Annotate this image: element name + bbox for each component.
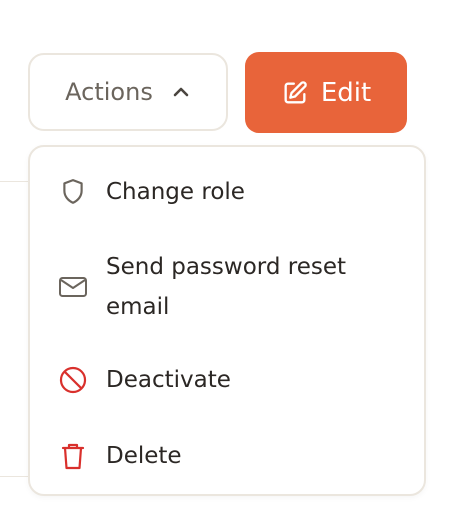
background-card-edge [0, 181, 30, 182]
actions-menu: Change role Send password reset email De… [28, 145, 426, 496]
edit-icon [281, 79, 309, 107]
actions-label: Actions [65, 78, 153, 106]
menu-item-label: Change role [106, 179, 245, 205]
edit-button[interactable]: Edit [245, 52, 407, 133]
actions-button[interactable]: Actions [28, 53, 228, 131]
page: Actions Edit Change role Send password r… [0, 0, 456, 526]
mail-icon [58, 272, 88, 302]
edit-label: Edit [320, 77, 372, 108]
ban-icon [58, 365, 88, 395]
chevron-up-icon [171, 82, 191, 102]
menu-item-delete[interactable]: Delete [30, 435, 424, 477]
menu-item-label: Delete [106, 443, 182, 469]
menu-item-label: Deactivate [106, 367, 231, 393]
menu-item-deactivate[interactable]: Deactivate [30, 359, 424, 401]
menu-item-send-password-reset[interactable]: Send password reset email [30, 247, 424, 327]
shield-icon [58, 177, 88, 207]
menu-item-label: Send password reset email [106, 254, 346, 320]
trash-icon [58, 441, 88, 471]
background-card-edge [0, 476, 30, 477]
menu-item-change-role[interactable]: Change role [30, 171, 424, 213]
